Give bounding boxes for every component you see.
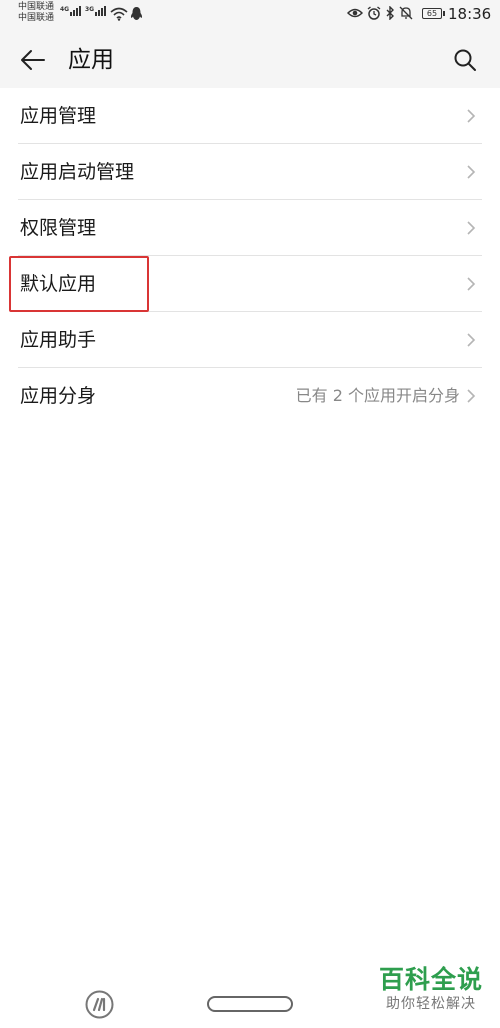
alarm-icon [367, 6, 381, 20]
list-item-app-management[interactable]: 应用管理 [0, 88, 500, 144]
status-icon-group [347, 6, 413, 20]
watermark: 百科全说 助你轻松解决 [376, 965, 486, 1013]
carrier-label-1: 中国联通 [18, 2, 55, 12]
list-item-label: 默认应用 [20, 273, 97, 295]
chevron-right-icon [467, 165, 476, 179]
list-item-label: 应用启动管理 [20, 161, 135, 183]
list-item-app-twin[interactable]: 应用分身 已有 2 个应用开启分身 [0, 368, 500, 424]
network-type-1: 4G [60, 6, 70, 13]
wifi-icon [110, 7, 128, 21]
status-bar: 中国联通 中国联通 4G 3G 65 18:36 [0, 0, 500, 32]
app-dock-icon[interactable] [85, 990, 114, 1019]
back-button[interactable] [16, 44, 50, 76]
app-header: 应用 [0, 32, 500, 88]
back-arrow-icon [21, 50, 45, 70]
list-item-default-apps[interactable]: 默认应用 [0, 256, 500, 312]
eye-comfort-icon [347, 8, 363, 18]
list-item-app-launch-management[interactable]: 应用启动管理 [0, 144, 500, 200]
signal-2-icon: 3G [85, 6, 107, 16]
bluetooth-icon [386, 6, 394, 20]
list-item-label: 权限管理 [20, 217, 97, 239]
search-icon [454, 49, 476, 71]
mute-bell-icon [399, 6, 413, 20]
chevron-right-icon [467, 333, 476, 347]
list-item-app-assistant[interactable]: 应用助手 [0, 312, 500, 368]
list-item-label: 应用管理 [20, 105, 97, 127]
network-type-2: 3G [85, 6, 95, 13]
chevron-right-icon [467, 221, 476, 235]
watermark-subtitle: 助你轻松解决 [386, 996, 476, 1012]
status-time: 18:36 [448, 5, 492, 23]
chevron-right-icon [467, 277, 476, 291]
signal-1-icon: 4G [60, 6, 82, 16]
list-item-label: 应用助手 [20, 329, 97, 351]
list-item-value: 已有 2 个应用开启分身 [295, 386, 460, 405]
settings-list: 应用管理 应用启动管理 权限管理 默认应用 应用助手 应用分身 已有 2 个应用… [0, 88, 500, 424]
carrier-label-2: 中国联通 [18, 13, 55, 23]
home-gesture-pill[interactable] [207, 996, 293, 1012]
chevron-right-icon [467, 389, 476, 403]
carrier-info: 中国联通 中国联通 [18, 2, 54, 24]
watermark-title: 百科全说 [378, 965, 483, 994]
list-item-permission-management[interactable]: 权限管理 [0, 200, 500, 256]
list-item-label: 应用分身 [20, 385, 97, 407]
search-button[interactable] [448, 44, 482, 76]
chevron-right-icon [467, 109, 476, 123]
qq-penguin-icon [130, 7, 143, 20]
battery-icon: 65 [422, 8, 445, 19]
page-title: 应用 [68, 47, 114, 73]
